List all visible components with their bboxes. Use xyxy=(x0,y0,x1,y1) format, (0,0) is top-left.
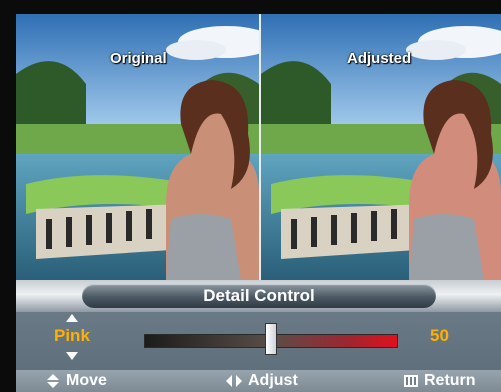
detail-control-panel: Detail Control Pink 50 Move Adjust Retur… xyxy=(16,280,501,392)
original-preview: Original xyxy=(16,14,259,280)
adjusted-label: Adjusted xyxy=(347,50,412,67)
panel-title: Detail Control xyxy=(203,286,315,305)
pink-slider-thumb[interactable] xyxy=(265,323,277,355)
comparison-preview: Original Adjusted xyxy=(16,14,501,280)
control-hints: Move Adjust Return xyxy=(16,370,501,392)
adjusted-preview: Adjusted xyxy=(261,14,501,280)
adjust-label: Adjust xyxy=(248,372,298,389)
menu-icon xyxy=(404,375,418,387)
adjust-row[interactable]: Pink 50 xyxy=(16,312,501,368)
title-bar: Detail Control xyxy=(16,280,501,312)
return-label: Return xyxy=(424,372,476,389)
down-arrow-icon[interactable] xyxy=(66,352,78,360)
adjust-hint: Adjust xyxy=(226,372,298,390)
up-arrow-icon[interactable] xyxy=(66,314,78,322)
move-hint: Move xyxy=(46,372,107,390)
original-label: Original xyxy=(110,50,167,67)
left-right-arrows-icon xyxy=(226,375,242,387)
return-hint: Return xyxy=(404,372,476,390)
title-pill: Detail Control xyxy=(82,284,436,308)
setting-value: 50 xyxy=(430,326,449,345)
tv-screen: Original Adjusted Detail Control Pink 50… xyxy=(0,0,501,392)
up-down-arrows-icon xyxy=(47,374,59,388)
move-label: Move xyxy=(66,372,107,389)
setting-label: Pink xyxy=(54,326,90,345)
